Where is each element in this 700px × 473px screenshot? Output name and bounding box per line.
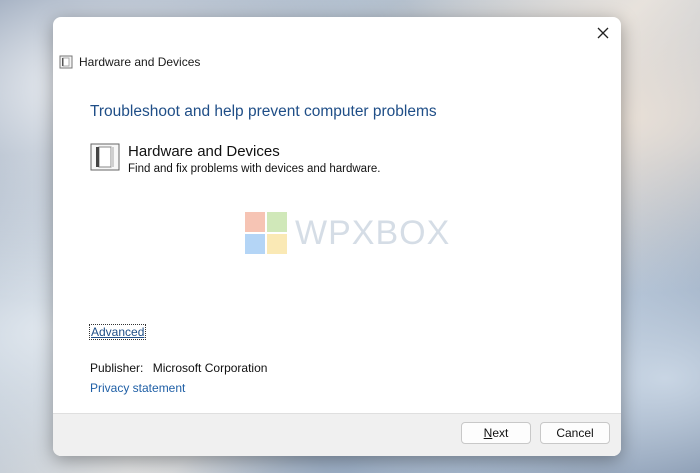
next-button-label: ext bbox=[492, 426, 509, 440]
cancel-button[interactable]: Cancel bbox=[540, 422, 610, 444]
hardware-devices-icon bbox=[90, 143, 120, 171]
next-button-accesskey: N bbox=[483, 426, 493, 440]
publisher-value: Microsoft Corporation bbox=[152, 361, 268, 375]
advanced-link[interactable]: Advanced bbox=[88, 324, 147, 340]
next-button[interactable]: Next bbox=[461, 422, 531, 444]
hardware-devices-small-icon bbox=[59, 55, 73, 69]
page-heading: Troubleshoot and help prevent computer p… bbox=[90, 103, 437, 120]
troubleshooter-title: Hardware and Devices bbox=[128, 143, 280, 160]
window-title-bar: Hardware and Devices bbox=[59, 54, 200, 70]
window-title: Hardware and Devices bbox=[79, 55, 201, 69]
watermark-text: WPXBOX bbox=[295, 213, 451, 252]
publisher-label: Publisher: bbox=[90, 361, 144, 375]
troubleshooter-item: Hardware and Devices Find and fix proble… bbox=[90, 143, 381, 175]
watermark-logo-icon bbox=[245, 212, 287, 254]
troubleshooter-description: Find and fix problems with devices and h… bbox=[128, 163, 381, 175]
privacy-statement-link[interactable]: Privacy statement bbox=[90, 381, 185, 395]
close-icon bbox=[597, 27, 609, 39]
watermark: WPXBOX bbox=[243, 210, 450, 256]
publisher-info: Publisher: Microsoft Corporation bbox=[90, 361, 267, 375]
troubleshooter-dialog: Hardware and Devices Troubleshoot and he… bbox=[53, 17, 621, 456]
close-button[interactable] bbox=[593, 23, 613, 43]
dialog-footer: Next Cancel bbox=[53, 413, 621, 456]
